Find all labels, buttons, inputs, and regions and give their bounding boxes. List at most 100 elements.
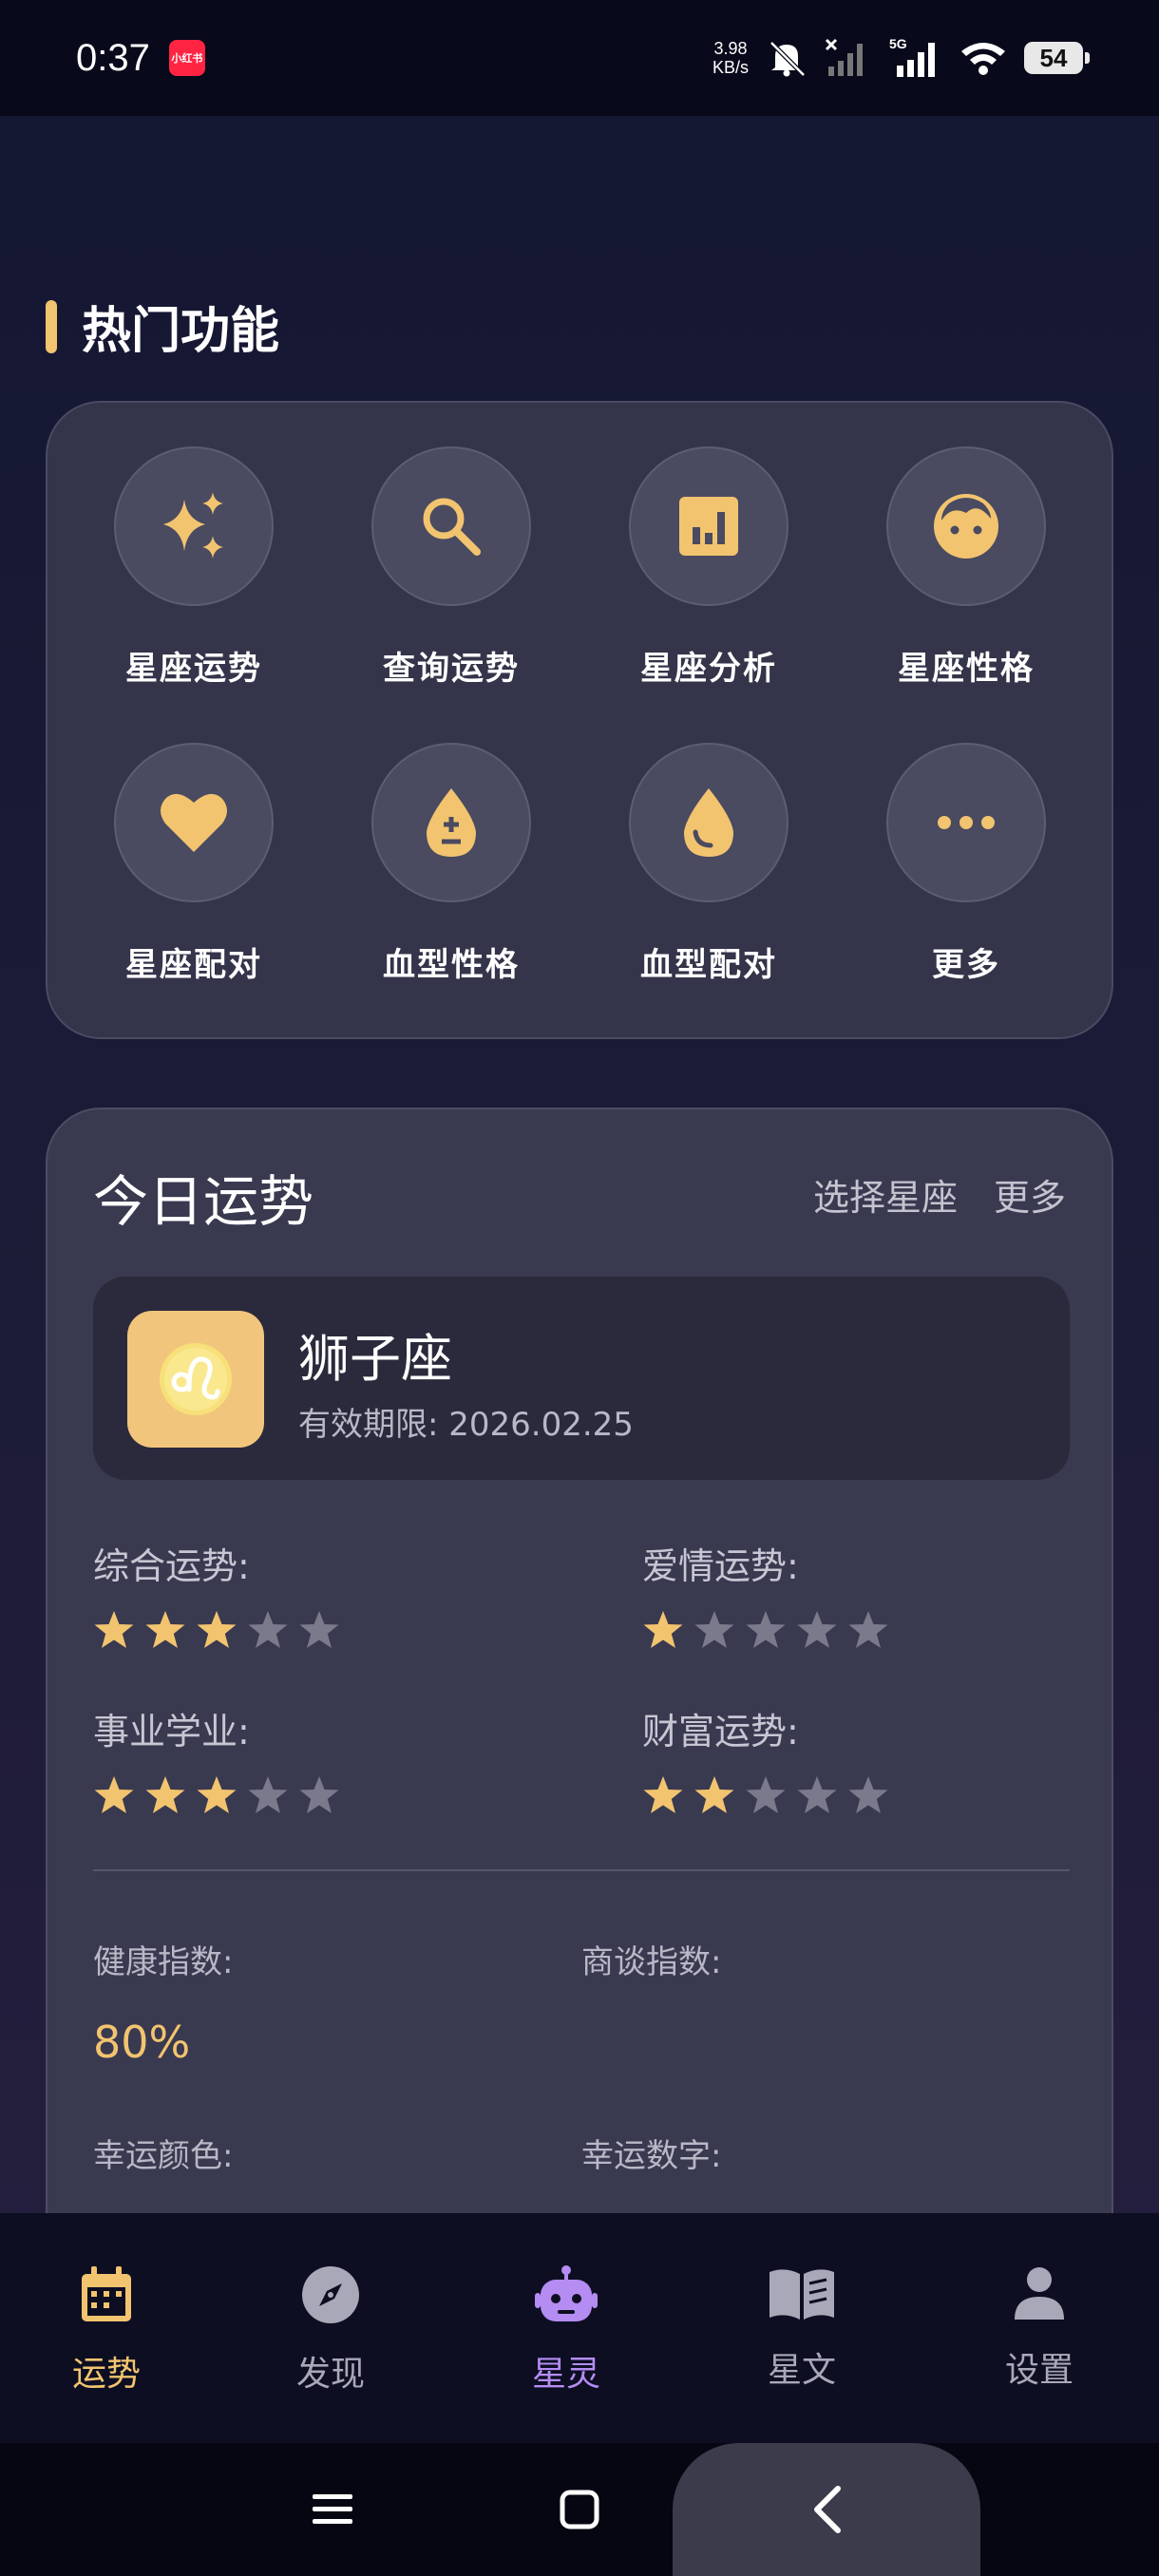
tab-fortune[interactable]: 运势 <box>0 2213 213 2443</box>
tab-label: 星灵 <box>531 2355 600 2394</box>
tab-xingling[interactable]: 星灵 <box>448 2213 684 2443</box>
star-filled-icon <box>642 1610 684 1650</box>
rating-overall: 综合运势: <box>93 1537 340 1650</box>
index-label: 健康指数: <box>93 1943 234 1981</box>
network-speed-unit: KB/s <box>712 58 749 77</box>
back-icon[interactable] <box>788 2443 864 2576</box>
battery-indicator: 54 <box>1024 42 1090 74</box>
blood-drop-plus-minus-icon <box>371 743 531 902</box>
star-empty-icon <box>745 1610 787 1650</box>
network-type-label: 5G <box>889 37 907 51</box>
heart-icon <box>114 743 274 902</box>
star-empty-icon <box>247 1610 289 1650</box>
rating-label: 综合运势: <box>93 1545 250 1587</box>
tab-discover[interactable]: 发现 <box>213 2213 448 2443</box>
xiaohongshu-notification-icon: 小红书 <box>168 40 205 76</box>
today-fortune-title: 今日运势 <box>93 1169 314 1234</box>
robot-icon <box>533 2264 599 2325</box>
star-filled-icon <box>93 1775 135 1815</box>
face-icon <box>886 446 1046 606</box>
status-time: 0:37 <box>76 36 150 79</box>
feature-query-fortune[interactable]: 查询运势 <box>323 446 580 689</box>
hot-features-header: 热门功能 <box>46 291 279 362</box>
tab-xingwen[interactable]: 星文 <box>684 2213 920 2443</box>
star-rating <box>642 1775 889 1815</box>
feature-zodiac-analysis[interactable]: 星座分析 <box>580 446 837 689</box>
rating-label: 事业学业: <box>93 1711 250 1752</box>
leo-icon <box>127 1311 264 1448</box>
status-bar: 0:37 小红书 3.98 KB/s 5G 54 <box>0 0 1159 116</box>
app-screen: 0:37 小红书 3.98 KB/s 5G 54 热门功能 星座运势 查询运势 … <box>0 0 1159 2576</box>
star-empty-icon <box>694 1610 735 1650</box>
feature-zodiac-match[interactable]: 星座配对 <box>66 743 322 985</box>
tab-label: 星文 <box>767 2351 836 2390</box>
star-filled-icon <box>642 1775 684 1815</box>
bar-chart-icon <box>629 446 788 606</box>
tab-label: 发现 <box>295 2355 365 2394</box>
star-empty-icon <box>847 1775 889 1815</box>
index-label: 幸运颜色: <box>93 2137 234 2175</box>
rating-label: 财富运势: <box>642 1711 799 1752</box>
feature-zodiac-fortune[interactable]: 星座运势 <box>66 446 322 689</box>
wifi-icon <box>960 40 1007 76</box>
select-sign-button[interactable]: 选择星座 <box>813 1168 958 1221</box>
rating-label: 爱情运势: <box>642 1545 799 1587</box>
feature-label: 血型配对 <box>640 946 777 984</box>
more-dots-icon <box>886 743 1046 902</box>
index-health: 健康指数: 80% <box>93 1936 233 2068</box>
sign-name: 狮子座 <box>298 1329 452 1389</box>
menu-icon[interactable] <box>294 2443 370 2576</box>
person-icon <box>1013 2264 1066 2321</box>
system-navigation-bar <box>0 2443 1159 2576</box>
rating-love: 爱情运势: <box>642 1537 889 1650</box>
calendar-icon <box>78 2264 135 2325</box>
signal-no-service-icon <box>825 38 872 78</box>
index-label: 幸运数字: <box>581 2137 722 2175</box>
star-empty-icon <box>745 1775 787 1815</box>
star-filled-icon <box>144 1610 186 1650</box>
rating-career: 事业学业: <box>93 1702 340 1815</box>
section-accent-bar <box>46 299 57 353</box>
network-speed: 3.98 KB/s <box>712 39 749 77</box>
feature-label: 更多 <box>932 946 1000 984</box>
feature-zodiac-personality[interactable]: 星座性格 <box>838 446 1094 689</box>
compass-icon <box>300 2264 361 2325</box>
index-lucky-color: 幸运颜色: <box>93 2130 233 2210</box>
index-value: 80% <box>93 2017 191 2068</box>
feature-label: 查询运势 <box>383 650 520 688</box>
feature-blood-match[interactable]: 血型配对 <box>580 743 837 985</box>
tab-settings[interactable]: 设置 <box>920 2213 1159 2443</box>
star-filled-icon <box>93 1610 135 1650</box>
home-icon[interactable] <box>542 2443 618 2576</box>
hot-features-card: 星座运势 查询运势 星座分析 星座性格 星座配对 血型性格 血型配对 更多 <box>46 401 1113 1039</box>
star-rating <box>93 1610 340 1650</box>
network-speed-value: 3.98 <box>713 39 748 58</box>
tab-label: 设置 <box>1004 2351 1074 2390</box>
feature-label: 星座配对 <box>125 946 262 984</box>
more-button[interactable]: 更多 <box>994 1168 1066 1221</box>
index-label: 商谈指数: <box>581 1943 722 1981</box>
book-icon <box>768 2264 836 2321</box>
star-empty-icon <box>298 1610 340 1650</box>
star-empty-icon <box>247 1775 289 1815</box>
star-rating <box>642 1610 889 1650</box>
search-icon <box>371 446 531 606</box>
feature-more[interactable]: 更多 <box>838 743 1094 985</box>
star-empty-icon <box>796 1775 838 1815</box>
star-empty-icon <box>796 1610 838 1650</box>
bottom-tab-bar: 运势 发现 星灵 星文 设置 <box>0 2213 1159 2443</box>
feature-label: 星座运势 <box>125 650 262 688</box>
feature-label: 星座分析 <box>640 650 777 688</box>
feature-blood-personality[interactable]: 血型性格 <box>323 743 580 985</box>
tab-label: 运势 <box>71 2355 141 2394</box>
sparkles-icon <box>114 446 274 606</box>
blood-drop-icon <box>629 743 788 902</box>
star-empty-icon <box>847 1610 889 1650</box>
current-sign-box[interactable]: 狮子座 有效期限: 2026.02.25 <box>93 1277 1070 1480</box>
hot-features-title: 热门功能 <box>82 303 280 360</box>
star-filled-icon <box>144 1775 186 1815</box>
star-filled-icon <box>196 1610 238 1650</box>
divider <box>93 1869 1070 1871</box>
status-icons: 3.98 KB/s 5G 54 <box>712 37 1090 79</box>
feature-grid: 星座运势 查询运势 星座分析 星座性格 星座配对 血型性格 血型配对 更多 <box>48 403 1112 1037</box>
